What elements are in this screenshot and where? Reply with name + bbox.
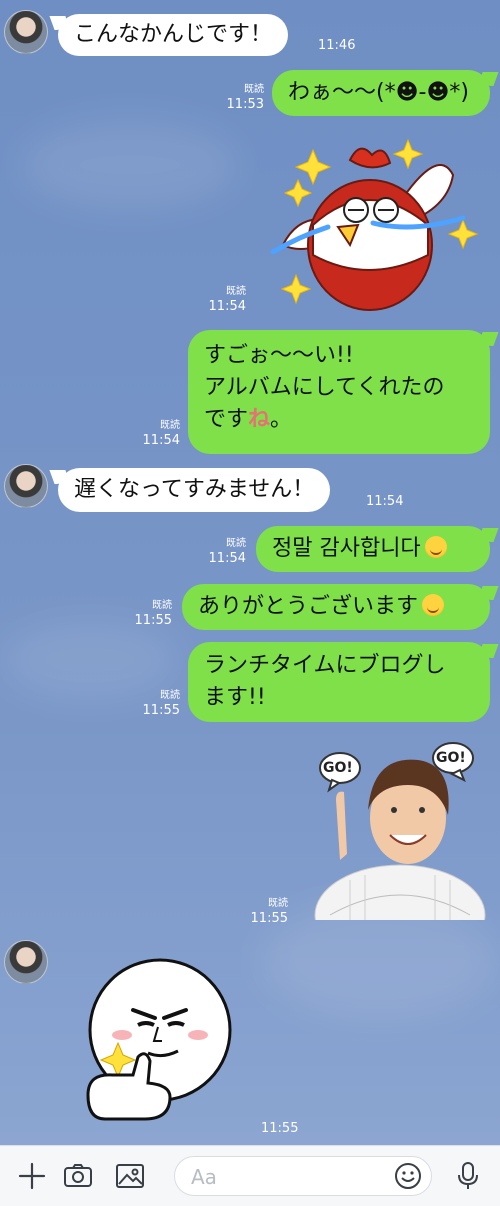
message-text: わぁ〜〜(*☻-☻*)	[288, 80, 469, 105]
message-time: 11:55	[261, 1121, 299, 1136]
message-line-tail: 。	[270, 407, 293, 432]
message-line: です	[204, 407, 249, 432]
message-meta: 既読 11:54	[209, 536, 246, 566]
message-input[interactable]	[189, 1163, 393, 1191]
sticker-bubble-text: GO!	[323, 760, 353, 776]
message-meta: 既読 11:55	[251, 896, 288, 926]
message-meta: 既読 11:55	[143, 688, 180, 718]
message-meta: 11:54	[366, 494, 403, 509]
go-go-photo-sticker[interactable]: GO! GO!	[310, 740, 490, 966]
message-bubble[interactable]: すごぉ〜〜い!! アルバムにしてくれたの ですね。	[188, 330, 490, 454]
message-bubble[interactable]: わぁ〜〜(*☻-☻*)	[272, 70, 490, 116]
chat-area[interactable]: こんなかんじです！ 11:46 既読 11:53 わぁ〜〜(*☻-☻*) 既読 …	[0, 0, 500, 1145]
read-receipt: 既読	[226, 286, 246, 297]
camera-icon[interactable]	[62, 1160, 94, 1192]
message-bubble[interactable]: ありがとうございます	[182, 584, 490, 630]
message-meta: 既読 11:54	[209, 284, 246, 314]
message-time: 11:54	[366, 494, 404, 509]
message-line: すごぉ〜〜い!!	[204, 343, 354, 368]
emoji-icon[interactable]	[393, 1161, 423, 1191]
avatar[interactable]	[4, 10, 48, 54]
message-text: 遅くなってすみません！	[74, 477, 315, 502]
read-receipt: 既読	[152, 600, 172, 611]
message-line: ランチタイムにブログし	[204, 653, 446, 678]
plus-icon[interactable]	[16, 1160, 48, 1192]
message-time: 11:55	[142, 703, 180, 718]
read-receipt: 既読	[268, 898, 288, 909]
ne-sticker-glyph: ね	[248, 407, 271, 432]
read-receipt: 既読	[160, 690, 180, 701]
smiling-face-emoji	[422, 594, 445, 616]
message-time: 11:54	[208, 551, 246, 566]
message-text: ありがとうございます	[198, 594, 419, 619]
message-text: こんなかんじです！	[74, 22, 273, 47]
message-time: 11:55	[134, 613, 172, 628]
avatar[interactable]	[4, 940, 48, 984]
microphone-icon[interactable]	[452, 1160, 484, 1192]
message-bubble[interactable]: ランチタイムにブログし ます!!	[188, 642, 490, 722]
message-bubble[interactable]: 정말 감사합니다	[256, 526, 490, 572]
message-bubble[interactable]: こんなかんじです！	[58, 14, 289, 56]
message-meta: 11:55	[261, 1121, 298, 1136]
smiling-face-emoji	[424, 536, 447, 558]
image-icon[interactable]	[114, 1160, 146, 1192]
message-bubble[interactable]: 遅くなってすみません！	[58, 468, 331, 512]
message-meta: 既読 11:53	[227, 82, 264, 112]
message-meta: 11:46	[318, 38, 355, 53]
message-meta: 既読 11:55	[135, 598, 172, 628]
avatar[interactable]	[4, 464, 48, 508]
message-time: 11:54	[142, 433, 180, 448]
sticker-bubble-text: GO!	[436, 750, 466, 766]
message-meta: 既読 11:54	[143, 418, 180, 448]
thumbs-up-face-sticker[interactable]	[78, 955, 238, 1130]
message-time: 11:55	[250, 911, 288, 926]
read-receipt: 既読	[226, 538, 246, 549]
message-input-field[interactable]	[174, 1156, 432, 1196]
message-time: 11:53	[226, 97, 264, 112]
message-line: アルバムにしてくれたの	[204, 375, 445, 400]
message-text: 정말 감사합니다	[272, 536, 421, 561]
message-time: 11:46	[318, 38, 356, 53]
input-bar	[0, 1145, 500, 1206]
read-receipt: 既読	[244, 84, 264, 95]
message-time: 11:54	[208, 299, 246, 314]
read-receipt: 既読	[160, 420, 180, 431]
message-line: ます!!	[204, 685, 266, 710]
crying-chicken-sticker[interactable]	[268, 135, 483, 313]
